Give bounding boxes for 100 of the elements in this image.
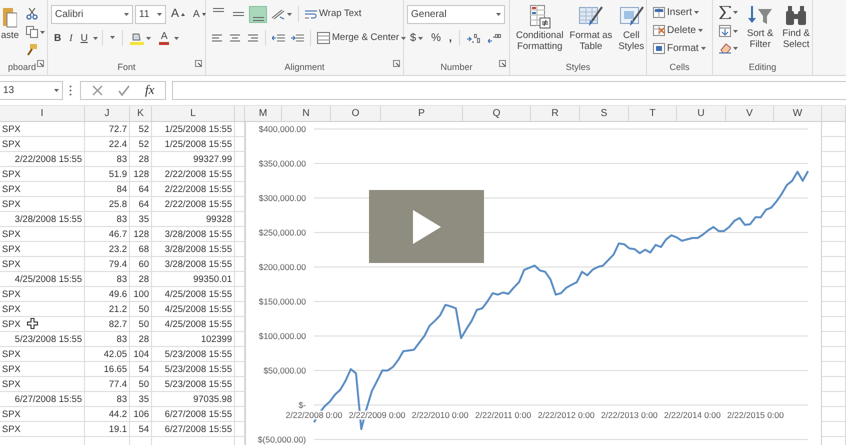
caret-icon xyxy=(694,10,700,14)
underline-button[interactable]: U xyxy=(78,30,91,46)
caret-icon xyxy=(92,36,98,40)
play-button[interactable] xyxy=(369,190,484,263)
axis-label: 2/22/2011 0:00 xyxy=(475,410,532,420)
column-header[interactable]: R xyxy=(551,108,559,119)
caret-icon xyxy=(202,12,206,16)
caret-icon xyxy=(157,12,162,16)
insert-function-button[interactable]: fx xyxy=(142,81,158,100)
sheet-cell: 16.65 xyxy=(104,364,127,374)
sheet-cell: 1/25/2008 15:55 xyxy=(164,139,232,149)
autosum-button[interactable] xyxy=(716,4,741,21)
insert-button[interactable]: Insert xyxy=(650,4,709,20)
axis-label: $200,000.00 xyxy=(258,262,306,272)
sheet-cell: SPX xyxy=(2,289,21,299)
sheet-cell: 54 xyxy=(138,364,149,374)
column-header[interactable]: L xyxy=(190,108,196,119)
sheet-cell: 4/25/2008 15:55 xyxy=(14,274,82,284)
column-header[interactable]: U xyxy=(697,108,705,119)
close-icon xyxy=(92,85,103,96)
italic-button[interactable]: I xyxy=(66,30,76,46)
currency-button[interactable]: $ xyxy=(407,30,426,46)
bold-button[interactable]: B xyxy=(51,30,64,46)
column-header[interactable]: J xyxy=(104,108,110,119)
cursor-icon xyxy=(27,318,38,329)
shrink-font-button[interactable]: A xyxy=(190,6,209,22)
sort-filter-button[interactable]: Sort & Filter xyxy=(744,4,776,61)
column-header[interactable]: M xyxy=(258,108,268,119)
sheet-cell: 3/28/2008 15:55 xyxy=(164,259,232,269)
sheet-cell: 54 xyxy=(138,424,149,434)
caret-icon xyxy=(174,36,180,40)
column-header[interactable]: Q xyxy=(492,108,500,119)
caret-up-icon xyxy=(181,12,186,16)
column-header[interactable]: I xyxy=(40,108,44,119)
name-box[interactable]: 13 xyxy=(0,81,63,100)
format-as-table-button[interactable]: Format as Table xyxy=(566,4,616,61)
conditional-formatting-button[interactable]: Conditional Formatting xyxy=(513,4,567,61)
sheet-cell: 102399 xyxy=(200,334,232,344)
column-header[interactable]: P xyxy=(418,108,425,119)
sheet-cell: SPX xyxy=(2,319,21,329)
sheet-cell: 100 xyxy=(133,289,149,299)
play-icon xyxy=(412,210,440,244)
column-header[interactable]: S xyxy=(600,108,608,119)
sheet-cell: 50 xyxy=(138,304,149,314)
sheet-cell: SPX xyxy=(2,124,21,134)
sheet-cell: 4/25/2008 15:55 xyxy=(164,319,232,329)
delete-cells-icon xyxy=(653,24,665,36)
font-color-button[interactable]: A xyxy=(156,30,172,46)
sheet-cell: SPX xyxy=(2,409,21,419)
column-header[interactable]: N xyxy=(302,108,310,119)
column-header[interactable]: K xyxy=(137,108,144,119)
axis-label: 2/22/2010 0:00 xyxy=(412,410,468,420)
cell-styles-button[interactable]: Cell Styles xyxy=(615,4,648,61)
formula-field[interactable] xyxy=(172,81,846,100)
sheet-cell: 3/28/2008 15:55 xyxy=(164,244,232,254)
axis-label: 2/22/2014 0:00 xyxy=(664,410,721,420)
align-icon xyxy=(232,12,244,16)
sheet-cell: 23.2 xyxy=(108,244,127,254)
sheet-cell: 28 xyxy=(138,274,149,284)
caret-icon xyxy=(418,36,424,40)
group-label: Styles xyxy=(566,61,590,74)
paste-button[interactable]: aste xyxy=(0,4,20,61)
sheet-cell: 106 xyxy=(133,409,149,419)
wrap-text-button[interactable]: Wrap Text xyxy=(303,6,364,22)
column-header[interactable]: O xyxy=(352,108,360,119)
axis-label: $350,000.00 xyxy=(258,158,306,168)
axis-label: $100,000.00 xyxy=(258,331,306,341)
bottom-align-button[interactable] xyxy=(249,6,267,22)
column-header[interactable]: T xyxy=(649,108,656,119)
sheet-cell: 52 xyxy=(138,139,149,149)
caret-icon xyxy=(124,12,129,16)
sheet-cell: 60 xyxy=(138,259,149,269)
column-header[interactable]: W xyxy=(792,108,802,119)
font-size-dropdown[interactable]: 11 xyxy=(135,4,166,24)
find-select-button[interactable]: Find & Select xyxy=(779,4,813,61)
number-format-dropdown[interactable]: General xyxy=(407,4,505,24)
column-header[interactable]: V xyxy=(746,108,753,119)
dialog-launcher-icon xyxy=(195,60,202,67)
comma-button[interactable]: , xyxy=(446,30,455,46)
delete-button[interactable]: Delete xyxy=(650,22,709,38)
format-button[interactable]: Format xyxy=(650,40,709,56)
format-cells-icon xyxy=(653,42,665,54)
merge-center-button[interactable]: Merge & Center xyxy=(315,30,408,46)
font-name-dropdown[interactable]: Calibri xyxy=(51,4,133,24)
outdent-icon xyxy=(272,32,285,44)
grow-font-button[interactable]: A xyxy=(168,5,188,23)
group-label: Number xyxy=(440,61,472,74)
sheet-cell: SPX xyxy=(2,184,21,194)
sheet-cell: 77.4 xyxy=(108,379,127,389)
group-label: pboard xyxy=(8,61,36,74)
sheet-cell: 83 xyxy=(116,214,127,224)
check-icon xyxy=(118,85,130,96)
fill-button[interactable] xyxy=(716,23,741,39)
axis-label: $250,000.00 xyxy=(258,228,306,238)
percent-button[interactable]: % xyxy=(428,30,444,46)
sheet-cell: 83 xyxy=(116,274,127,284)
axis-label: $300,000.00 xyxy=(258,193,306,203)
caret-icon xyxy=(54,89,59,92)
sheet-cell: 51.9 xyxy=(108,169,127,179)
clear-button[interactable] xyxy=(716,41,741,56)
